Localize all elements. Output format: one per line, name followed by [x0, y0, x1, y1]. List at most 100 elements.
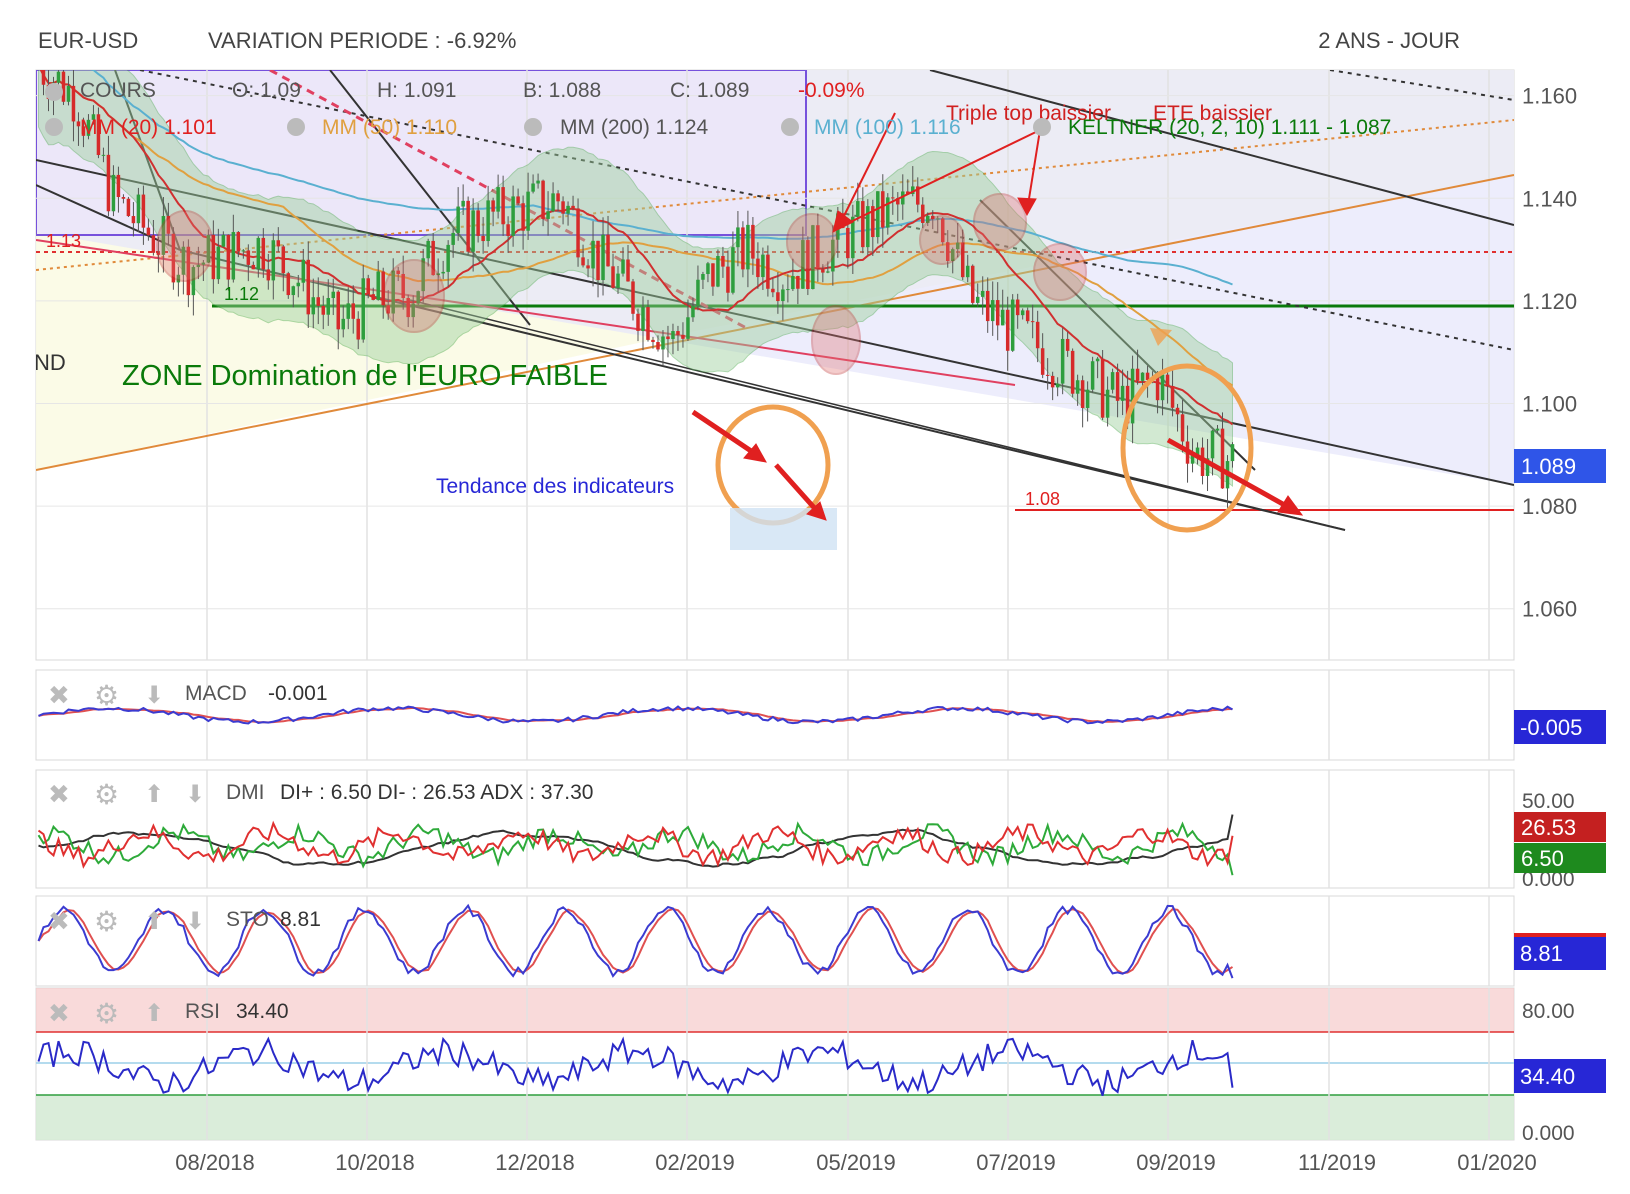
- candle-body: [536, 180, 540, 184]
- candle-body: [351, 303, 355, 319]
- candle-body: [651, 339, 655, 343]
- x-axis-tick: 12/2018: [495, 1150, 575, 1175]
- candle-body: [301, 259, 306, 283]
- x-axis-tick: 10/2018: [335, 1150, 415, 1175]
- candle-body: [271, 240, 276, 281]
- candle-body: [861, 201, 865, 248]
- mm50-label: MM (50) 1.110: [322, 116, 457, 139]
- candle-body: [61, 71, 66, 102]
- candle-body: [631, 281, 635, 314]
- gear-icon[interactable]: ⚙: [94, 998, 119, 1029]
- candle-body: [791, 276, 795, 290]
- sto-label: STO: [226, 908, 269, 931]
- candle-body: [56, 71, 61, 83]
- candle-body: [980, 290, 985, 297]
- candle-body: [1060, 338, 1065, 384]
- mm100-label: MM (100) 1.116: [814, 116, 961, 139]
- highlight-circle: [811, 305, 861, 375]
- level-112-label: 1.12: [224, 284, 259, 304]
- arrow-down-icon[interactable]: ⬇: [185, 781, 205, 808]
- candle-body: [711, 263, 715, 287]
- candle-body: [1085, 389, 1090, 408]
- gear-icon[interactable]: [45, 83, 63, 101]
- candle-body: [1065, 338, 1070, 351]
- gear-icon[interactable]: [781, 118, 799, 136]
- candle-body: [1000, 309, 1005, 326]
- close-icon[interactable]: ✖: [48, 998, 70, 1028]
- gear-icon[interactable]: ⚙: [94, 779, 119, 810]
- candle-body: [266, 269, 271, 281]
- candle-body: [151, 235, 156, 253]
- candle-body: [321, 305, 326, 315]
- candle-body: [456, 206, 460, 233]
- x-axis-tick: 07/2019: [976, 1150, 1056, 1175]
- candle-body: [511, 196, 515, 236]
- candle-body: [361, 278, 365, 340]
- candle-body: [576, 208, 580, 258]
- arrow-up-icon[interactable]: ⬆: [144, 781, 164, 808]
- gear-icon[interactable]: [524, 118, 542, 136]
- candle-body: [226, 234, 231, 280]
- candle-body: [990, 300, 995, 322]
- dmi-values: DI+ : 6.50 DI- : 26.53 ADX : 37.30: [280, 781, 593, 804]
- candle-body: [686, 317, 690, 339]
- arrow-down-icon[interactable]: ⬇: [144, 682, 164, 709]
- gear-icon[interactable]: [1033, 118, 1051, 136]
- candle-body: [476, 210, 480, 236]
- candle-body: [731, 247, 735, 293]
- candle-body: [1170, 386, 1175, 408]
- gear-icon[interactable]: [45, 118, 63, 136]
- gear-icon[interactable]: [287, 118, 305, 136]
- candle-body: [886, 197, 890, 228]
- candle-body: [1130, 368, 1135, 424]
- candle-body: [1035, 321, 1040, 349]
- candle-body: [766, 254, 770, 289]
- macd-panel: ✖ ⚙ ⬇ MACD -0.001 -0.005: [35, 669, 1606, 761]
- candle-body: [1080, 380, 1085, 408]
- candle-body: [1075, 380, 1080, 394]
- mm200-label: MM (200) 1.124: [560, 116, 709, 139]
- candle-body: [1050, 375, 1055, 388]
- main-price-panel: 1.13 1.12 1.08 ND ZONE Domination de l'E…: [35, 69, 1606, 661]
- gear-icon[interactable]: ⚙: [94, 906, 119, 937]
- rsi-oversold-zone: [36, 1095, 1514, 1140]
- candle-body: [606, 234, 610, 267]
- rsi-axis-bottom: 0.000: [1522, 1122, 1575, 1145]
- arrow-up-icon[interactable]: ⬆: [144, 1000, 164, 1027]
- close-icon[interactable]: ✖: [48, 906, 70, 936]
- candle-body: [995, 300, 1000, 326]
- candle-body: [1040, 348, 1045, 375]
- gear-icon[interactable]: ⚙: [94, 680, 119, 711]
- candle-body: [1140, 372, 1145, 381]
- candle-body: [821, 269, 825, 273]
- close-icon[interactable]: ✖: [48, 680, 70, 710]
- candle-body: [1045, 374, 1050, 376]
- candle-body: [1155, 377, 1160, 401]
- candle-body: [1005, 309, 1010, 351]
- candle-body: [596, 240, 600, 281]
- rsi-badge-value: 34.40: [1520, 1064, 1575, 1089]
- candle-body: [311, 297, 316, 315]
- arrow-down-icon[interactable]: ⬇: [185, 908, 205, 935]
- candle-body: [496, 187, 500, 212]
- dmi-label: DMI: [226, 781, 265, 804]
- candle-body: [716, 256, 720, 287]
- candle-body: [446, 244, 450, 272]
- candle-body: [141, 194, 146, 228]
- keltner-label: KELTNER (20, 2, 10) 1.111 - 1.087: [1068, 116, 1391, 139]
- close-value: C: 1.089: [670, 79, 749, 102]
- candle-body: [461, 200, 465, 207]
- last-price-value: 1.089: [1521, 454, 1576, 479]
- macd-label: MACD: [185, 682, 247, 705]
- x-axis-tick: 01/2020: [1457, 1150, 1537, 1175]
- candle-body: [1115, 372, 1120, 401]
- candle-body: [671, 331, 675, 340]
- close-icon[interactable]: ✖: [48, 779, 70, 809]
- candle-body: [856, 201, 860, 217]
- candle-body: [965, 265, 970, 278]
- arrow-up-icon[interactable]: ⬆: [144, 908, 164, 935]
- chart-canvas[interactable]: 1.13 1.12 1.08 ND ZONE Domination de l'E…: [0, 0, 1630, 1194]
- candle-body: [471, 210, 475, 252]
- candle-body: [581, 257, 585, 266]
- high-value: H: 1.091: [377, 79, 456, 102]
